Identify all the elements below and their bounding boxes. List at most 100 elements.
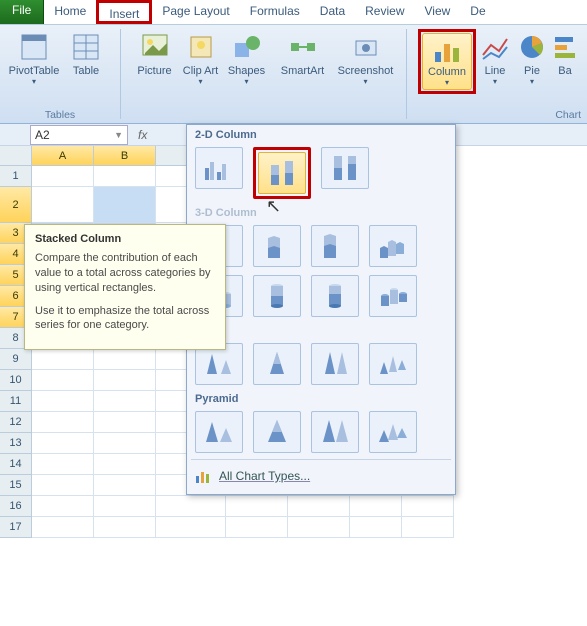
column-chart-dropdown: 2-D Column 3-D Column Cone Pyramid All C… — [186, 124, 456, 495]
bar-chart-button[interactable]: Ba — [550, 29, 580, 94]
row-12[interactable]: 12 — [0, 412, 32, 433]
cell-B2[interactable] — [94, 187, 156, 223]
cell-D17[interactable] — [226, 517, 288, 538]
shapes-button[interactable]: Shapes▾ — [221, 29, 273, 88]
column-3d[interactable] — [369, 225, 417, 267]
cell-A17[interactable] — [32, 517, 94, 538]
cell-A15[interactable] — [32, 475, 94, 496]
cell-A14[interactable] — [32, 454, 94, 475]
cell-D16[interactable] — [226, 496, 288, 517]
all-chart-types[interactable]: All Chart Types... — [187, 462, 455, 490]
group-charts: Chart — [407, 109, 587, 121]
cell-B9[interactable] — [94, 349, 156, 370]
cell-B13[interactable] — [94, 433, 156, 454]
table-button[interactable]: Table — [60, 29, 112, 88]
smartart-button[interactable]: SmartArt — [273, 29, 333, 88]
select-all-corner[interactable] — [0, 146, 32, 166]
line-chart-button[interactable]: Line▾ — [476, 29, 514, 94]
stacked-column-2d[interactable] — [258, 152, 306, 194]
tab-formulas[interactable]: Formulas — [240, 0, 310, 24]
fx-icon[interactable]: fx — [138, 128, 147, 142]
row-15[interactable]: 15 — [0, 475, 32, 496]
cone-stacked[interactable] — [253, 343, 301, 385]
cell-F16[interactable] — [350, 496, 402, 517]
row-13[interactable]: 13 — [0, 433, 32, 454]
screenshot-button[interactable]: Screenshot▾ — [333, 29, 399, 88]
cell-B14[interactable] — [94, 454, 156, 475]
clipart-button[interactable]: Clip Art▾ — [181, 29, 221, 88]
stacked-100-column-3d[interactable] — [311, 225, 359, 267]
row-16[interactable]: 16 — [0, 496, 32, 517]
tooltip-body-2: Use it to emphasize the total across ser… — [35, 304, 215, 334]
ribbon: PivotTable▾ Table Tables Picture Clip Ar… — [0, 24, 587, 124]
tab-data[interactable]: Data — [310, 0, 355, 24]
cell-A10[interactable] — [32, 370, 94, 391]
tab-developer[interactable]: De — [460, 0, 495, 24]
row-2[interactable]: 2 — [0, 187, 32, 223]
table-icon — [70, 31, 102, 63]
cell-A2[interactable] — [32, 187, 94, 223]
tab-insert[interactable]: Insert — [99, 3, 149, 25]
tooltip-body-1: Compare the contribution of each value t… — [35, 251, 215, 296]
row-11[interactable]: 11 — [0, 391, 32, 412]
pie-chart-button[interactable]: Pie▾ — [514, 29, 550, 94]
row-14[interactable]: 14 — [0, 454, 32, 475]
column-chart-button[interactable]: Column▾ — [422, 33, 472, 90]
cell-B15[interactable] — [94, 475, 156, 496]
tab-review[interactable]: Review — [355, 0, 414, 24]
cell-B10[interactable] — [94, 370, 156, 391]
cylinder-100-stacked[interactable] — [311, 275, 359, 317]
cell-E17[interactable] — [288, 517, 350, 538]
cylinder-stacked[interactable] — [253, 275, 301, 317]
cell-B17[interactable] — [94, 517, 156, 538]
tab-view[interactable]: View — [415, 0, 461, 24]
column-chart-highlight: Column▾ — [418, 29, 476, 94]
cell-E16[interactable] — [288, 496, 350, 517]
pyramid-clustered[interactable] — [195, 411, 243, 453]
cell-B1[interactable] — [94, 166, 156, 187]
stacked-column-highlight — [253, 147, 311, 199]
name-box[interactable]: A2▼ — [30, 125, 128, 145]
cell-G16[interactable] — [402, 496, 454, 517]
pyramid-stacked[interactable] — [253, 411, 301, 453]
row-10[interactable]: 10 — [0, 370, 32, 391]
stacked-100-column-2d[interactable] — [321, 147, 369, 189]
cell-B12[interactable] — [94, 412, 156, 433]
section-3d-column: 3-D Column — [187, 203, 455, 221]
cell-B16[interactable] — [94, 496, 156, 517]
cell-G17[interactable] — [402, 517, 454, 538]
tooltip-title: Stacked Column — [35, 233, 215, 245]
section-pyramid: Pyramid — [187, 389, 455, 407]
picture-icon — [139, 31, 171, 63]
tab-file[interactable]: File — [0, 0, 44, 24]
cell-F17[interactable] — [350, 517, 402, 538]
cell-A9[interactable] — [32, 349, 94, 370]
cylinder-3d[interactable] — [369, 275, 417, 317]
clustered-column-2d[interactable] — [195, 147, 243, 189]
row-9[interactable]: 9 — [0, 349, 32, 370]
column-chart-icon — [432, 36, 462, 66]
cell-A13[interactable] — [32, 433, 94, 454]
tab-home[interactable]: Home — [44, 0, 96, 24]
cell-A12[interactable] — [32, 412, 94, 433]
pivottable-button[interactable]: PivotTable▾ — [8, 29, 60, 88]
cell-A16[interactable] — [32, 496, 94, 517]
pyramid-100-stacked[interactable] — [311, 411, 359, 453]
cone-100-stacked[interactable] — [311, 343, 359, 385]
stacked-column-3d[interactable] — [253, 225, 301, 267]
cell-C17[interactable] — [156, 517, 226, 538]
cell-A11[interactable] — [32, 391, 94, 412]
cone-3d[interactable] — [369, 343, 417, 385]
cell-C16[interactable] — [156, 496, 226, 517]
col-B[interactable]: B — [94, 146, 156, 166]
col-A[interactable]: A — [32, 146, 94, 166]
row-1[interactable]: 1 — [0, 166, 32, 187]
cell-A1[interactable] — [32, 166, 94, 187]
smartart-icon — [287, 31, 319, 63]
tab-pagelayout[interactable]: Page Layout — [152, 0, 239, 24]
cell-B11[interactable] — [94, 391, 156, 412]
picture-button[interactable]: Picture — [129, 29, 181, 88]
pyramid-3d[interactable] — [369, 411, 417, 453]
tooltip-stacked-column: Stacked Column Compare the contribution … — [24, 224, 226, 350]
row-17[interactable]: 17 — [0, 517, 32, 538]
